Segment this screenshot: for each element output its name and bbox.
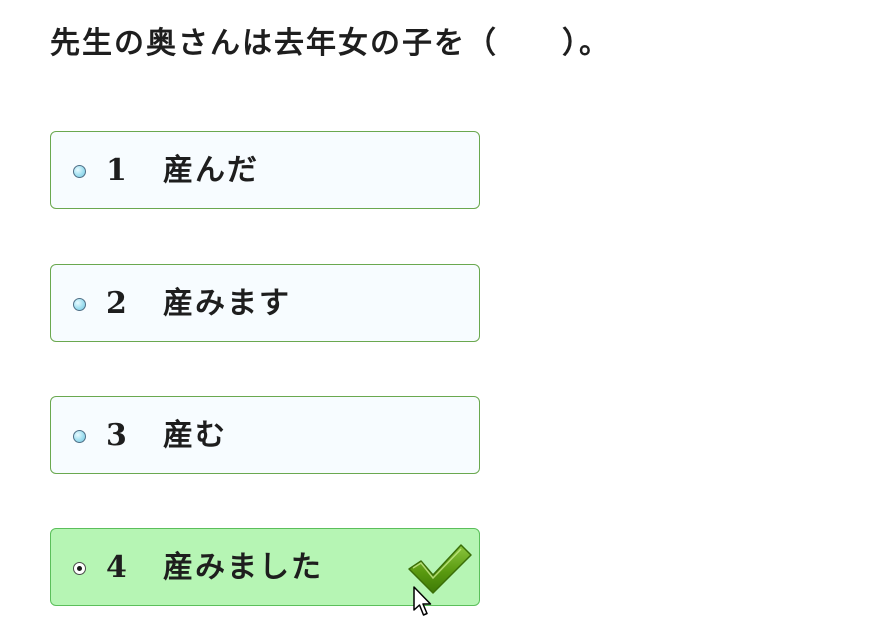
option-label-3: 産む xyxy=(163,418,227,453)
question-text: 先生の奥さんは去年女の子を（ ）。 xyxy=(50,26,611,61)
option-number-2: 2 xyxy=(106,286,127,321)
option-number-4: 4 xyxy=(106,550,127,585)
answer-option-2[interactable]: 2 産みます xyxy=(50,264,480,342)
option-number-1: 1 xyxy=(106,153,127,188)
option-label-2: 産みます xyxy=(163,286,291,321)
radio-button-2[interactable] xyxy=(73,298,86,311)
option-number-3: 3 xyxy=(106,418,127,453)
option-label-1: 産んだ xyxy=(163,153,259,188)
radio-button-1[interactable] xyxy=(73,165,86,178)
option-label-4: 産みました xyxy=(163,550,323,585)
answer-option-3[interactable]: 3 産む xyxy=(50,396,480,474)
radio-button-4[interactable] xyxy=(73,562,86,575)
radio-button-3[interactable] xyxy=(73,430,86,443)
mouse-pointer-icon xyxy=(413,586,432,616)
answer-option-1[interactable]: 1 産んだ xyxy=(50,131,480,209)
